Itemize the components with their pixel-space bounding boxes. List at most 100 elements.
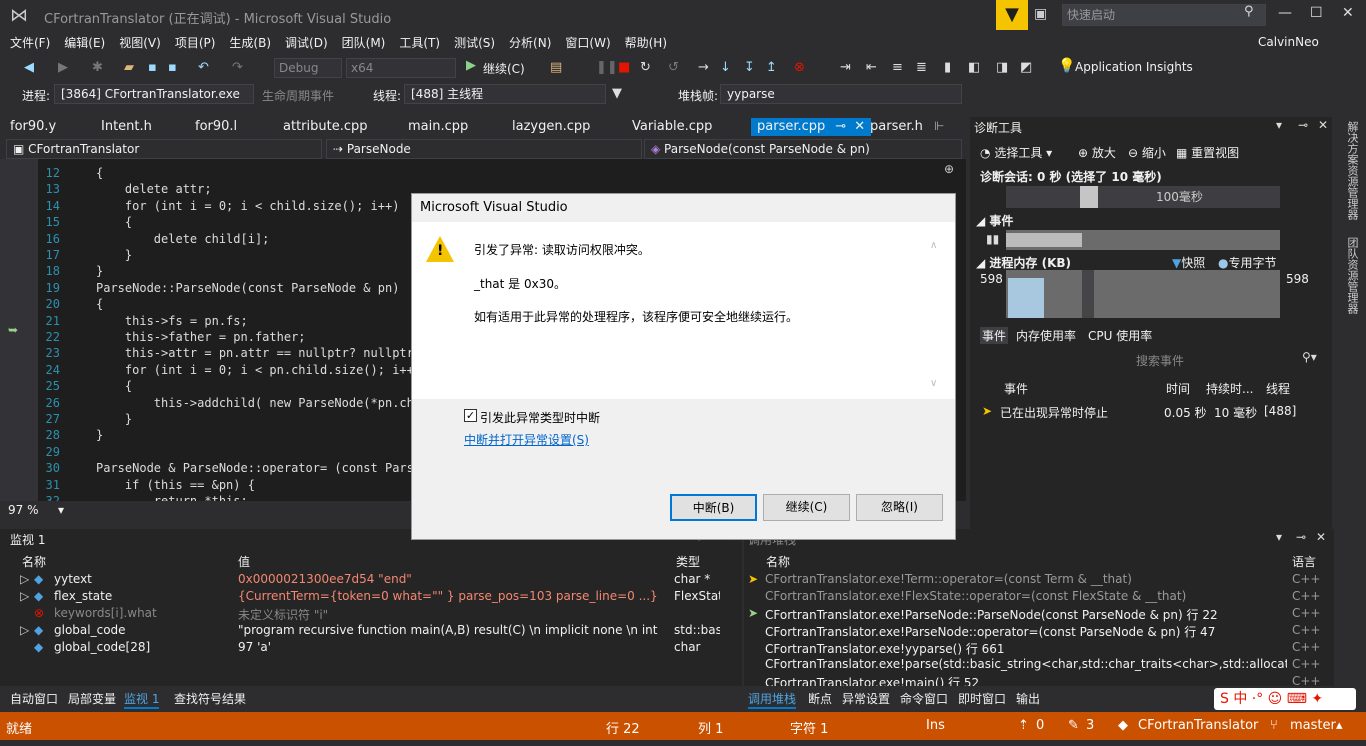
menu-file[interactable]: 文件(F): [10, 34, 50, 51]
tab-lazygen-cpp[interactable]: lazygen.cpp: [512, 119, 590, 134]
zoom-in-button[interactable]: ⊕ 放大: [1078, 144, 1116, 161]
watch-col-name[interactable]: 名称: [22, 553, 46, 570]
expand-icon[interactable]: ▷: [20, 589, 29, 603]
call-stack-frame[interactable]: CFortranTranslator.exe!Term::operator=(c…: [765, 572, 1132, 586]
call-stack-close-icon[interactable]: ✕: [1316, 530, 1326, 544]
ime-toolbar[interactable]: S 中 ·° ☺ ⌨ ✦: [1214, 688, 1356, 710]
menu-test[interactable]: 测试(S): [454, 34, 495, 51]
event-row-name[interactable]: 已在出现异常时停止: [1000, 404, 1108, 421]
call-stack-frame[interactable]: CFortranTranslator.exe!ParseNode::operat…: [765, 623, 1215, 640]
back-icon[interactable]: ◀: [24, 60, 34, 75]
outdent-icon[interactable]: ⇤: [866, 60, 877, 75]
code-line[interactable]: {: [96, 379, 132, 393]
tab-autos[interactable]: 自动窗口: [10, 690, 58, 707]
stack-frame-select[interactable]: yyparse: [720, 84, 962, 104]
open-exception-settings-link[interactable]: 中断并打开异常设置(S): [464, 431, 589, 448]
code-line[interactable]: this->fs = pn.fs;: [96, 314, 248, 328]
minimize-button[interactable]: —: [1278, 5, 1292, 21]
filter-threads-icon[interactable]: ▼: [612, 86, 622, 101]
code-line[interactable]: ParseNode & ParseNode::operator= (const …: [96, 461, 428, 475]
tab-call-stack[interactable]: 调用堆栈: [748, 690, 797, 709]
tab-for90-y[interactable]: for90.y: [10, 119, 56, 134]
zoom-level[interactable]: 97 %: [8, 503, 39, 517]
search-icon[interactable]: ⚲: [1244, 4, 1254, 19]
pencil-icon[interactable]: ✎: [1068, 718, 1079, 733]
call-stack-frame[interactable]: CFortranTranslator.exe!yyparse() 行 661: [765, 640, 1005, 657]
call-stack-dropdown-icon[interactable]: ▾: [1276, 530, 1282, 544]
tab-main-cpp[interactable]: main.cpp: [408, 119, 468, 134]
events-col-thread[interactable]: 线程: [1266, 380, 1290, 397]
tab-command-window[interactable]: 命令窗口: [900, 690, 948, 707]
watch-name[interactable]: flex_state: [54, 589, 112, 603]
menu-analyze[interactable]: 分析(N): [509, 34, 551, 51]
call-stack-frame[interactable]: CFortranTranslator.exe!parse(std::basic_…: [765, 657, 1287, 671]
process-icon[interactable]: ▤: [550, 60, 562, 75]
menu-team[interactable]: 团队(M): [342, 34, 386, 51]
menu-tools[interactable]: 工具(T): [399, 34, 440, 51]
watch-value[interactable]: 0x0000021300ee7d54 "end": [238, 572, 412, 586]
tab-parser-h[interactable]: parser.h: [870, 119, 923, 134]
search-events-icon[interactable]: ⚲▾: [1302, 350, 1317, 364]
quick-launch-input[interactable]: 快速启动: [1062, 4, 1266, 26]
side-tab-solution-explorer[interactable]: 解决方案资源管理器: [1344, 121, 1360, 220]
code-line[interactable]: ParseNode::ParseNode(const ParseNode & p…: [96, 281, 399, 295]
call-stack-col-lang[interactable]: 语言: [1292, 553, 1316, 570]
reset-view-button[interactable]: ▦ 重置视图: [1176, 144, 1239, 161]
breakpoint-icon[interactable]: ⊗: [794, 60, 805, 75]
code-line[interactable]: }: [96, 412, 132, 426]
redo-icon[interactable]: ↷: [232, 60, 243, 75]
code-line[interactable]: }: [96, 264, 103, 278]
type-select[interactable]: ⇢ ParseNode: [326, 139, 642, 159]
panel-dropdown-icon[interactable]: ▾: [1276, 118, 1282, 132]
show-next-statement-icon[interactable]: ↺: [668, 60, 679, 75]
select-tool-button[interactable]: ◔ 选择工具 ▾: [980, 144, 1052, 161]
status-repo[interactable]: CFortranTranslator: [1138, 718, 1258, 733]
timeline-ruler[interactable]: [1006, 186, 1280, 208]
watch-value[interactable]: 未定义标识符 "i": [238, 606, 328, 623]
repo-icon[interactable]: ◆: [1118, 718, 1128, 733]
break-on-exception-checkbox[interactable]: ✓: [464, 409, 477, 422]
tab-for90-l[interactable]: for90.l: [195, 119, 237, 134]
tab-events[interactable]: 事件: [980, 327, 1009, 344]
member-select[interactable]: ◈ ParseNode(const ParseNode & pn): [644, 139, 962, 159]
thread-select[interactable]: [488] 主线程: [404, 84, 606, 104]
side-tab-team-explorer[interactable]: 团队资源管理器: [1344, 237, 1360, 314]
new-project-icon[interactable]: ✱: [92, 60, 103, 75]
tab-parser-cpp[interactable]: parser.cpp ⊸ ✕: [751, 118, 872, 136]
status-branch[interactable]: master: [1290, 718, 1336, 733]
expand-icon[interactable]: ▷: [20, 572, 29, 586]
scroll-down-icon[interactable]: ∨: [930, 378, 937, 389]
events-col-event[interactable]: 事件: [1004, 380, 1028, 397]
code-line[interactable]: delete attr;: [96, 182, 212, 196]
config-select[interactable]: Debug: [274, 58, 342, 78]
menu-help[interactable]: 帮助(H): [625, 34, 667, 51]
tab-watch-1[interactable]: 监视 1: [124, 690, 160, 709]
process-select[interactable]: [3864] CFortranTranslator.exe: [54, 84, 254, 104]
break-button[interactable]: 中断(B): [670, 494, 757, 521]
split-view-icon[interactable]: ⊕: [944, 162, 954, 176]
save-icon[interactable]: ▪: [148, 60, 157, 75]
tab-immediate[interactable]: 即时窗口: [958, 690, 1006, 707]
tab-attribute-cpp[interactable]: attribute.cpp: [283, 119, 368, 134]
status-changes[interactable]: 3: [1086, 718, 1094, 733]
watch-row[interactable]: ◆ global_code[28] 97 'a' char: [0, 640, 720, 657]
watch-value[interactable]: 97 'a': [238, 640, 271, 654]
call-stack-frame[interactable]: CFortranTranslator.exe!ParseNode::ParseN…: [765, 606, 1218, 623]
scroll-up-icon[interactable]: ∧: [930, 240, 937, 251]
call-stack-col-name[interactable]: 名称: [766, 553, 790, 570]
branch-icon[interactable]: ⑂: [1270, 718, 1278, 733]
menu-project[interactable]: 项目(P): [175, 34, 216, 51]
code-line[interactable]: }: [96, 248, 132, 262]
watch-name[interactable]: global_code[28]: [54, 640, 150, 654]
menu-build[interactable]: 生成(B): [229, 34, 271, 51]
pin-icon[interactable]: ⊸: [835, 119, 846, 134]
call-stack-frame[interactable]: CFortranTranslator.exe!FlexState::operat…: [765, 589, 1186, 603]
zoom-dropdown-icon[interactable]: ▾: [58, 503, 64, 517]
code-line[interactable]: this->addchild( new ParseNode(*pn.chil: [96, 396, 429, 410]
tab-find-symbol[interactable]: 查找符号结果: [174, 690, 246, 707]
code-line[interactable]: this->father = pn.father;: [96, 330, 306, 344]
feedback-icon[interactable]: ▣: [1034, 6, 1047, 22]
tab-variable-cpp[interactable]: Variable.cpp: [632, 119, 712, 134]
scope-select[interactable]: ▣ CFortranTranslator: [6, 139, 322, 159]
tab-breakpoints[interactable]: 断点: [808, 690, 832, 707]
